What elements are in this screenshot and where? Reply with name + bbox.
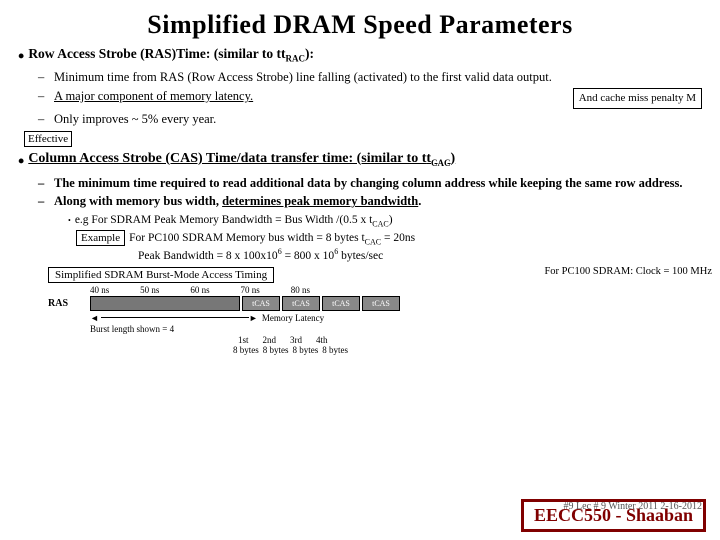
section2-header: Column Access Strobe (CAS) Time/data tra… <box>28 151 455 168</box>
bullet-item-2: A major component of memory latency. And… <box>54 88 702 109</box>
annotation-box: And cache miss penalty M <box>573 88 702 109</box>
effective-label: Effective <box>24 131 72 147</box>
bytes-labels-row: 8 bytes 8 bytes 8 bytes 8 bytes <box>233 345 702 355</box>
section1-header: Row Access Strobe (RAS)Time: (similar to… <box>28 46 314 64</box>
timing-ns-row: 40 ns 50 ns 60 ns 70 ns 80 ns <box>90 285 310 295</box>
page-number: #9 Lec # 9 Winter 2011 2-16-2012 <box>564 501 702 512</box>
bullet1: • <box>18 46 24 67</box>
nth-labels-row: 1st 2nd 3rd 4th <box>238 335 702 345</box>
burst-label: Burst length shown = 4 <box>90 324 702 334</box>
example-label: Example <box>76 230 125 246</box>
ras-boxes: tCAS tCAS tCAS tCAS <box>90 296 400 311</box>
bullet-item-3: Only improves ~ 5% every year. <box>54 111 702 128</box>
bullet2: • <box>18 151 24 172</box>
diagram-title: Simplified SDRAM Burst-Mode Access Timin… <box>48 267 274 283</box>
ras-row: RAS tCAS tCAS tCAS tCAS <box>48 296 702 311</box>
section2-bullets: The minimum time required to read additi… <box>18 175 702 211</box>
page-title: Simplified DRAM Speed Parameters <box>18 10 702 40</box>
bullet-item-1: Minimum time from RAS (Row Access Strobe… <box>54 69 702 86</box>
memory-latency-row: ◄ ► Memory Latency <box>90 313 702 323</box>
section2-bullet-2: Along with memory bus width, determines … <box>54 193 702 210</box>
rac-sub: RAC <box>286 54 306 64</box>
section2-bullet-1: The minimum time required to read additi… <box>54 175 702 192</box>
for-pc100-label: For PC100 SDRAM: Clock = 100 MHz <box>544 266 712 277</box>
ras-label: RAS <box>48 298 90 309</box>
example-block: • e.g For SDRAM Peak Memory Bandwidth = … <box>68 214 702 261</box>
section1-bullets: Minimum time from RAS (Row Access Strobe… <box>18 69 702 128</box>
page: Simplified DRAM Speed Parameters • Row A… <box>0 0 720 540</box>
sdram-diagram: Simplified SDRAM Burst-Mode Access Timin… <box>48 266 702 355</box>
